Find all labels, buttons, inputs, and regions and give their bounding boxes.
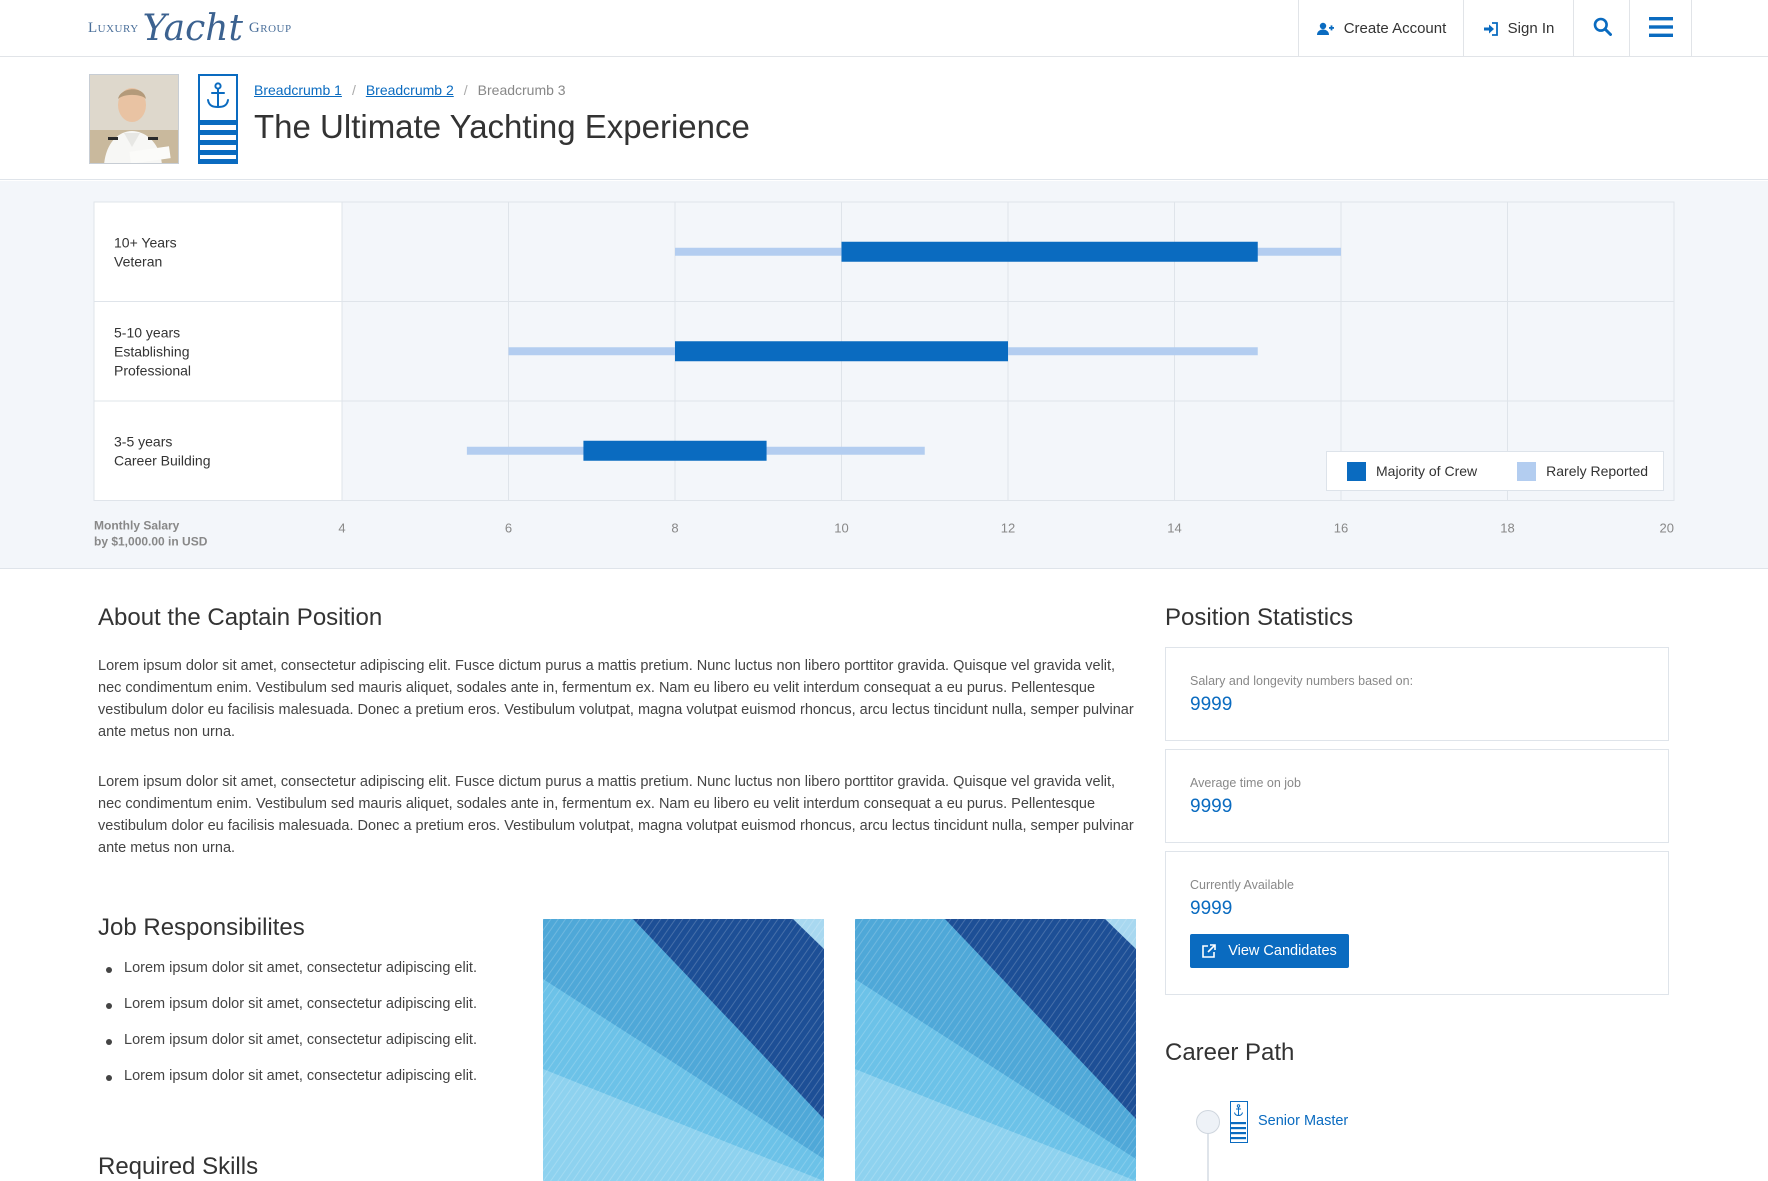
x-tick-label: 4	[338, 521, 345, 536]
list-item: Lorem ipsum dolor sit amet, consectetur …	[106, 996, 477, 1032]
sign-in-label: Sign In	[1507, 20, 1555, 37]
view-candidates-label: View Candidates	[1228, 943, 1337, 959]
captain-rank-icon	[198, 74, 238, 164]
category-label: 10+ Years	[114, 234, 177, 250]
menu-button[interactable]	[1629, 0, 1692, 57]
user-plus-icon	[1316, 22, 1334, 36]
x-tick-label: 8	[671, 521, 678, 536]
legend-item-rare: Rarely Reported	[1517, 461, 1649, 481]
about-heading: About the Captain Position	[98, 604, 383, 631]
view-candidates-button[interactable]: View Candidates	[1190, 934, 1349, 968]
stat-label: Salary and longevity numbers based on:	[1190, 674, 1414, 688]
list-item: Lorem ipsum dolor sit amet, consectetur …	[106, 960, 477, 996]
stat-label: Currently Available	[1190, 878, 1294, 892]
chart-legend: Majority of Crew Rarely Reported	[1326, 451, 1664, 491]
x-axis-label: Monthly Salary	[94, 519, 180, 533]
category-sublabel: Veteran	[114, 253, 162, 269]
category-sublabel: Career Building	[114, 452, 211, 468]
create-account-button[interactable]: Create Account	[1298, 0, 1464, 57]
legend-item-majority: Majority of Crew	[1347, 461, 1478, 481]
legend-label-majority: Majority of Crew	[1376, 463, 1478, 479]
captain-photo	[89, 74, 179, 164]
stat-card-available: Currently Available 9999 View Candidates	[1165, 851, 1669, 995]
sign-in-icon	[1483, 21, 1498, 36]
x-tick-label: 6	[505, 521, 512, 536]
category-sublabel: Establishing	[114, 343, 190, 359]
responsibilities-list: Lorem ipsum dolor sit amet, consectetur …	[106, 960, 477, 1104]
career-path-senior-master-link[interactable]: Senior Master	[1258, 1113, 1348, 1129]
search-icon	[1593, 17, 1612, 40]
x-axis-label: by $1,000.00 in USD	[94, 535, 208, 549]
fabric-image-1	[543, 919, 824, 1181]
career-path-node[interactable]	[1196, 1110, 1220, 1134]
search-button[interactable]	[1573, 0, 1630, 57]
x-tick-label: 18	[1500, 521, 1514, 536]
stat-label: Average time on job	[1190, 776, 1301, 790]
position-statistics-heading: Position Statistics	[1165, 604, 1354, 631]
stat-value: 9999	[1190, 898, 1233, 919]
x-tick-label: 16	[1334, 521, 1348, 536]
page-title: The Ultimate Yachting Experience	[254, 108, 750, 145]
responsibilities-heading: Job Responsibilites	[98, 914, 305, 941]
breadcrumb: Breadcrumb 1 / Breadcrumb 2 / Breadcrumb…	[254, 82, 566, 98]
breadcrumb-link-2[interactable]: Breadcrumb 2	[366, 82, 454, 98]
luxury-yacht-group-logo[interactable]: Luxury Yacht Group	[88, 4, 292, 52]
x-tick-label: 12	[1001, 521, 1015, 536]
breadcrumb-separator: /	[351, 82, 356, 98]
salary-chart-section: 4 6 8 10 12 14 16 18 20 10+ Years Veteran 5-10 year…	[0, 181, 1768, 569]
stat-value: 9999	[1190, 694, 1233, 715]
logo-prefix: Luxury	[88, 19, 139, 36]
breadcrumb-separator: /	[463, 82, 468, 98]
logo-suffix: Group	[248, 19, 292, 36]
majority-of-crew-bar	[841, 241, 1258, 262]
x-tick-label: 20	[1660, 521, 1674, 536]
stat-card-sample-size: Salary and longevity numbers based on: 9…	[1165, 647, 1669, 741]
category-sublabel: Professional	[114, 362, 191, 378]
career-path-heading: Career Path	[1165, 1039, 1295, 1066]
top-navigation-bar: Luxury Yacht Group Create Account Sign I…	[0, 0, 1768, 57]
sign-in-button[interactable]: Sign In	[1463, 0, 1574, 57]
category-label: 5-10 years	[114, 324, 180, 340]
fabric-image-2	[855, 919, 1136, 1181]
breadcrumb-link-1[interactable]: Breadcrumb 1	[254, 82, 342, 98]
legend-swatch-majority	[1347, 461, 1366, 481]
legend-swatch-rare	[1517, 461, 1537, 481]
about-paragraph-2: Lorem ipsum dolor sit amet, consectetur …	[98, 774, 1134, 856]
stat-card-average-time: Average time on job 9999	[1165, 749, 1669, 843]
legend-label-rare: Rarely Reported	[1546, 463, 1649, 479]
stat-value: 9999	[1190, 796, 1233, 817]
category-label: 3-5 years	[114, 433, 172, 449]
breadcrumb-current: Breadcrumb 3	[477, 82, 566, 98]
title-band: Breadcrumb 1 / Breadcrumb 2 / Breadcrumb…	[0, 58, 1768, 180]
about-paragraph-1: Lorem ipsum dolor sit amet, consectetur …	[98, 658, 1134, 740]
senior-master-rank-icon	[1230, 1101, 1248, 1143]
x-tick-label: 14	[1167, 521, 1181, 536]
majority-of-crew-bar	[675, 341, 1008, 362]
logo-main: Yacht	[142, 7, 243, 49]
external-link-icon	[1202, 944, 1217, 958]
salary-range-chart: 4 6 8 10 12 14 16 18 20 10+ Years Veteran 5-10 year…	[93, 201, 1675, 549]
required-skills-heading: Required Skills	[98, 1153, 259, 1180]
x-tick-label: 10	[834, 521, 848, 536]
hamburger-menu-icon	[1648, 16, 1673, 41]
majority-of-crew-bar	[583, 440, 767, 461]
create-account-label: Create Account	[1343, 20, 1447, 37]
list-item: Lorem ipsum dolor sit amet, consectetur …	[106, 1032, 477, 1068]
list-item: Lorem ipsum dolor sit amet, consectetur …	[106, 1068, 477, 1104]
